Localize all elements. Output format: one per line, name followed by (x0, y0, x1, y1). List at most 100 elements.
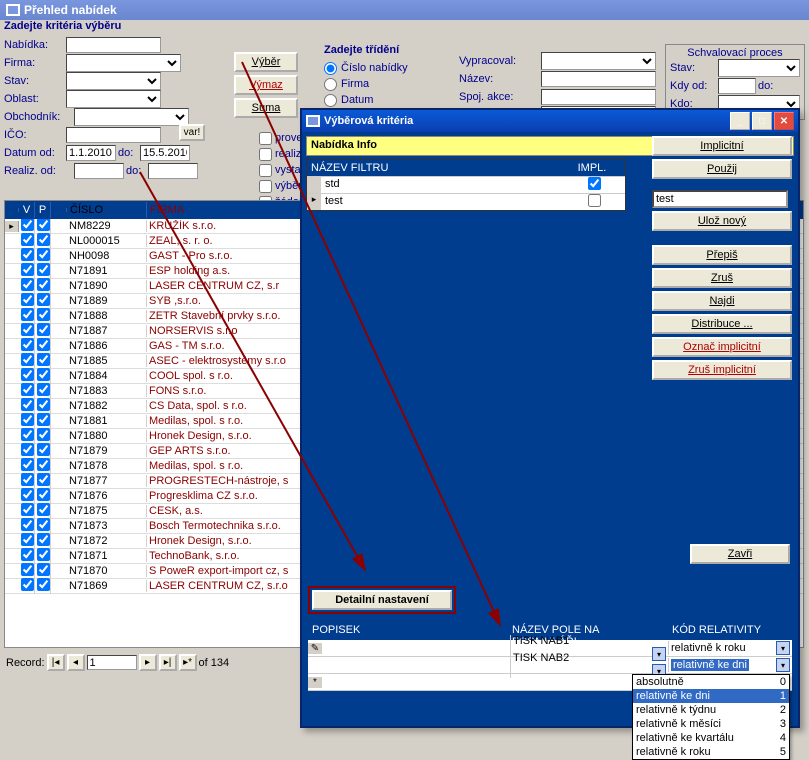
close-button[interactable]: ✕ (774, 112, 794, 130)
vyber-button[interactable]: Výběr (234, 52, 298, 72)
pouzij-button[interactable]: Použij (652, 159, 792, 179)
kdy-od-input[interactable] (718, 78, 756, 94)
var-button[interactable]: var! (179, 124, 205, 141)
row-check-p[interactable] (37, 563, 50, 576)
suma-button[interactable]: Suma (234, 98, 298, 118)
dropdown-item[interactable]: relativně k roku5 (633, 745, 789, 759)
row-check-p[interactable] (37, 233, 50, 246)
row-check-v[interactable] (21, 278, 34, 291)
row-check-v[interactable] (21, 518, 34, 531)
chevron-down-icon[interactable]: ▾ (776, 658, 790, 672)
row-check-v[interactable] (21, 383, 34, 396)
nav-new-button[interactable]: ▸* (179, 654, 197, 671)
row-check-p[interactable] (37, 263, 50, 276)
spoj-input[interactable] (541, 89, 656, 105)
filter-check-1[interactable] (259, 148, 272, 161)
row-check-p[interactable] (37, 428, 50, 441)
detailni-nastaveni-button[interactable]: Detailní nastavení (312, 590, 452, 610)
row-check-v[interactable] (21, 488, 34, 501)
row-check-v[interactable] (21, 443, 34, 456)
dropdown-item[interactable]: relativně ke kvartálu4 (633, 731, 789, 745)
row-check-v[interactable] (21, 248, 34, 261)
uloz-button[interactable]: Ulož nový (652, 211, 792, 231)
nabidka-input[interactable] (66, 37, 161, 53)
distribuce-button[interactable]: Distribuce ... (652, 314, 792, 334)
grid-header-v[interactable]: V (19, 202, 35, 218)
row-check-v[interactable] (21, 219, 34, 231)
row-check-p[interactable] (37, 488, 50, 501)
row-check-p[interactable] (37, 323, 50, 336)
filter-check-0[interactable] (259, 132, 272, 145)
row-check-p[interactable] (37, 383, 50, 396)
datum-do-input[interactable] (140, 145, 190, 161)
row-check-p[interactable] (37, 248, 50, 261)
row-check-v[interactable] (21, 428, 34, 441)
obchodnik-combo[interactable] (74, 108, 189, 126)
row-check-v[interactable] (21, 398, 34, 411)
chevron-down-icon[interactable]: ▾ (776, 641, 790, 655)
filter-row[interactable]: ▸test (307, 193, 625, 210)
row-check-p[interactable] (37, 503, 50, 516)
datum-od-input[interactable] (66, 145, 116, 161)
row-check-p[interactable] (37, 219, 50, 231)
dropdown-item[interactable]: relativně k týdnu2 (633, 703, 789, 717)
vymaz-button[interactable]: Výmaz (234, 75, 298, 95)
row-check-v[interactable] (21, 368, 34, 381)
nav-pos-input[interactable] (87, 655, 137, 670)
oblast-combo[interactable] (66, 90, 161, 108)
realiz-do-input[interactable] (148, 163, 198, 179)
row-check-v[interactable] (21, 548, 34, 561)
row-check-p[interactable] (37, 398, 50, 411)
row-check-v[interactable] (21, 578, 34, 591)
filter-row[interactable]: std (307, 176, 625, 193)
nav-last-button[interactable]: ▸| (159, 654, 177, 671)
zavri-button[interactable]: Zavři (690, 544, 790, 564)
sort-radio-2[interactable] (324, 94, 337, 107)
row-check-v[interactable] (21, 323, 34, 336)
filter-grid[interactable]: NÁZEV FILTRU IMPL. std▸test (306, 159, 626, 211)
row-check-v[interactable] (21, 293, 34, 306)
row-check-p[interactable] (37, 518, 50, 531)
zrus-implicitni-button[interactable]: Zruš implicitní (652, 360, 792, 380)
row-check-v[interactable] (21, 413, 34, 426)
relativity-dropdown[interactable]: absolutně0relativně ke dni1relativně k t… (632, 674, 790, 760)
maximize-button[interactable]: □ (752, 112, 772, 130)
row-check-p[interactable] (37, 368, 50, 381)
row-check-p[interactable] (37, 578, 50, 591)
row-check-p[interactable] (37, 308, 50, 321)
grid-header-p[interactable]: P (35, 202, 51, 218)
sort-radio-1[interactable] (324, 78, 337, 91)
nav-next-button[interactable]: ▸ (139, 654, 157, 671)
save-name-input[interactable] (652, 190, 788, 208)
row-check-v[interactable] (21, 308, 34, 321)
row-check-p[interactable] (37, 338, 50, 351)
row-check-v[interactable] (21, 353, 34, 366)
implicitni-button[interactable]: Implicitní (652, 136, 792, 156)
row-check-v[interactable] (21, 473, 34, 486)
zrus-button[interactable]: Zruš (652, 268, 792, 288)
stav-combo[interactable] (66, 72, 161, 90)
approval-stav-combo[interactable] (718, 59, 800, 77)
nazev-input[interactable] (541, 71, 656, 87)
filter-check-3[interactable] (259, 180, 272, 193)
grid-header-firma[interactable]: FIRMA (147, 202, 307, 218)
realiz-od-input[interactable] (74, 163, 124, 179)
row-check-v[interactable] (21, 338, 34, 351)
row-check-v[interactable] (21, 533, 34, 546)
dropdown-item[interactable]: relativně ke dni1 (633, 689, 789, 703)
dropdown-item[interactable]: absolutně0 (633, 675, 789, 689)
row-check-p[interactable] (37, 413, 50, 426)
row-check-v[interactable] (21, 563, 34, 576)
filter-impl-check[interactable] (588, 194, 601, 207)
filter-check-2[interactable] (259, 164, 272, 177)
row-check-p[interactable] (37, 353, 50, 366)
nav-prev-button[interactable]: ◂ (67, 654, 85, 671)
sort-radio-0[interactable] (324, 62, 337, 75)
minimize-button[interactable]: _ (730, 112, 750, 130)
oznac-implicitni-button[interactable]: Označ implicitní (652, 337, 792, 357)
row-check-p[interactable] (37, 533, 50, 546)
dropdown-item[interactable]: relativně k měsíci3 (633, 717, 789, 731)
popisek-row[interactable]: TISK NAB2▾relativně ke dni▾ (308, 657, 792, 674)
ico-input[interactable] (66, 127, 161, 143)
nav-first-button[interactable]: |◂ (47, 654, 65, 671)
